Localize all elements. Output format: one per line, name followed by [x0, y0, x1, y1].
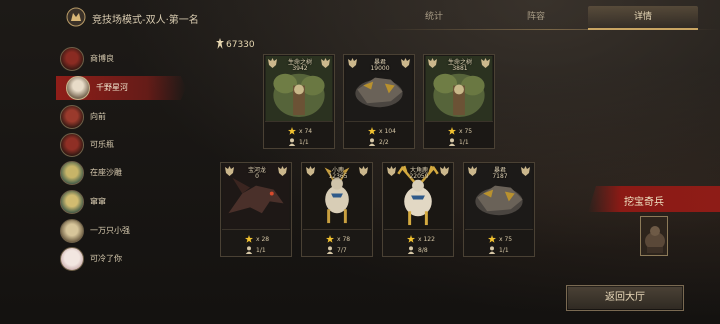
- avatar: [66, 76, 90, 100]
- avatar: [60, 161, 84, 185]
- unit-icon: [288, 138, 296, 146]
- star-icon: [288, 127, 296, 135]
- unit-power: 0: [255, 173, 259, 180]
- unit-power: 3881: [452, 65, 468, 72]
- star-icon: [448, 127, 456, 135]
- player-name: 千野星河: [96, 83, 128, 92]
- star-icon: [368, 127, 376, 135]
- avatar: [60, 105, 84, 129]
- star-count: x 75: [459, 128, 473, 135]
- unit-icon: [407, 246, 415, 254]
- unit-power: 19000: [370, 65, 390, 72]
- player-item[interactable]: 在座沙雕: [56, 161, 186, 185]
- star-icon: [326, 235, 334, 243]
- avatar: [60, 219, 84, 243]
- unit-icon: [488, 246, 496, 254]
- player-item-selected[interactable]: 千野星河: [56, 76, 186, 100]
- player-name: 可冷了你: [90, 254, 122, 263]
- unit-count-stat: 2/2: [368, 138, 389, 146]
- avatar: [60, 190, 84, 214]
- tab-statistics-label: 统计: [424, 12, 443, 22]
- star-stat: x 78: [326, 235, 350, 243]
- unit-count-stat: 1/1: [448, 138, 469, 146]
- unit-count: 2/2: [379, 139, 389, 146]
- player-item[interactable]: 可冷了你: [56, 247, 186, 271]
- star-stat: x 122: [407, 235, 435, 243]
- player-name: 在座沙雕: [90, 168, 122, 177]
- tab-lineup-label: 阵容: [526, 12, 545, 22]
- player-name: 窜窜: [90, 197, 106, 206]
- player-item[interactable]: 一万只小强: [56, 219, 186, 243]
- star-stat: x 28: [245, 235, 269, 243]
- star-icon: [488, 235, 496, 243]
- star-stat: x 75: [488, 235, 512, 243]
- star-icon: [407, 235, 415, 243]
- star-count: x 75: [499, 236, 513, 243]
- player-name: 可乐瓶: [90, 140, 114, 149]
- unit-count-stat: 1/1: [245, 246, 266, 254]
- top-bar: 竞技场模式-双人·第一名 统计 阵容 详情: [0, 0, 720, 34]
- star-count: x 74: [299, 128, 313, 135]
- unit-power: 7187: [492, 173, 508, 180]
- avatar: [60, 47, 84, 71]
- unit-count: 1/1: [299, 139, 309, 146]
- player-name: 向前: [90, 112, 106, 121]
- tab-statistics[interactable]: 统计: [384, 6, 484, 28]
- unit-card[interactable]: 小鹿 12365 x 78 7/7: [301, 162, 373, 257]
- unit-card[interactable]: 暴君 19000 x 104 2/2: [343, 54, 415, 149]
- star-count: x 122: [418, 236, 435, 243]
- unit-count: 1/1: [499, 247, 509, 254]
- unit-count-stat: 7/7: [326, 246, 347, 254]
- player-name: 一万只小强: [90, 226, 130, 235]
- tab-bar: 统计 阵容 详情: [378, 6, 720, 30]
- star-stat: x 104: [368, 127, 396, 135]
- special-unit-image: [641, 217, 667, 255]
- unit-card[interactable]: 大角鹿 22059 x 122 8/8: [382, 162, 454, 257]
- total-power-value: 67330: [226, 40, 255, 50]
- active-tab-indicator: [588, 28, 698, 30]
- total-power: 67330: [216, 38, 255, 50]
- player-item[interactable]: 向前: [56, 105, 186, 129]
- unit-card[interactable]: 宝河龙 0 x 28 1/1: [220, 162, 292, 257]
- unit-count: 8/8: [418, 247, 428, 254]
- avatar: [60, 133, 84, 157]
- unit-icon: [245, 246, 253, 254]
- special-label: 挖宝奇兵: [624, 197, 664, 208]
- unit-card[interactable]: 生命之树 3942 x 74 1/1: [263, 54, 335, 149]
- return-lobby-button[interactable]: 返回大厅: [566, 285, 684, 311]
- player-item[interactable]: 可乐瓶: [56, 133, 186, 157]
- tab-details[interactable]: 详情: [588, 6, 698, 28]
- unit-icon: [368, 138, 376, 146]
- unit-card[interactable]: 暴君 7187 x 75 1/1: [463, 162, 535, 257]
- unit-icon: [448, 138, 456, 146]
- player-item[interactable]: 商博良: [56, 47, 186, 71]
- unit-power: 12365: [328, 173, 348, 180]
- unit-count-stat: 1/1: [288, 138, 309, 146]
- unit-power: 3942: [292, 65, 308, 72]
- tab-lineup[interactable]: 阵容: [484, 6, 588, 28]
- star-icon: [245, 235, 253, 243]
- avatar: [60, 247, 84, 271]
- tab-details-label: 详情: [633, 12, 652, 22]
- unit-count: 1/1: [459, 139, 469, 146]
- unit-count: 7/7: [337, 247, 347, 254]
- power-icon: [216, 38, 224, 49]
- unit-count-stat: 1/1: [488, 246, 509, 254]
- star-count: x 104: [379, 128, 396, 135]
- special-thumbnail[interactable]: [640, 216, 668, 256]
- unit-power: 22059: [409, 173, 429, 180]
- unit-card[interactable]: 生命之树 3881 x 75 1/1: [423, 54, 495, 149]
- star-count: x 28: [256, 236, 270, 243]
- star-count: x 78: [337, 236, 351, 243]
- unit-count: 1/1: [256, 247, 266, 254]
- player-name: 商博良: [90, 54, 114, 63]
- player-item[interactable]: 窜窜: [56, 190, 186, 214]
- unit-count-stat: 8/8: [407, 246, 428, 254]
- unit-icon: [326, 246, 334, 254]
- star-stat: x 75: [448, 127, 472, 135]
- star-stat: x 74: [288, 127, 312, 135]
- arena-logo-icon: [66, 7, 86, 27]
- mode-title: 竞技场模式-双人·第一名: [92, 15, 199, 26]
